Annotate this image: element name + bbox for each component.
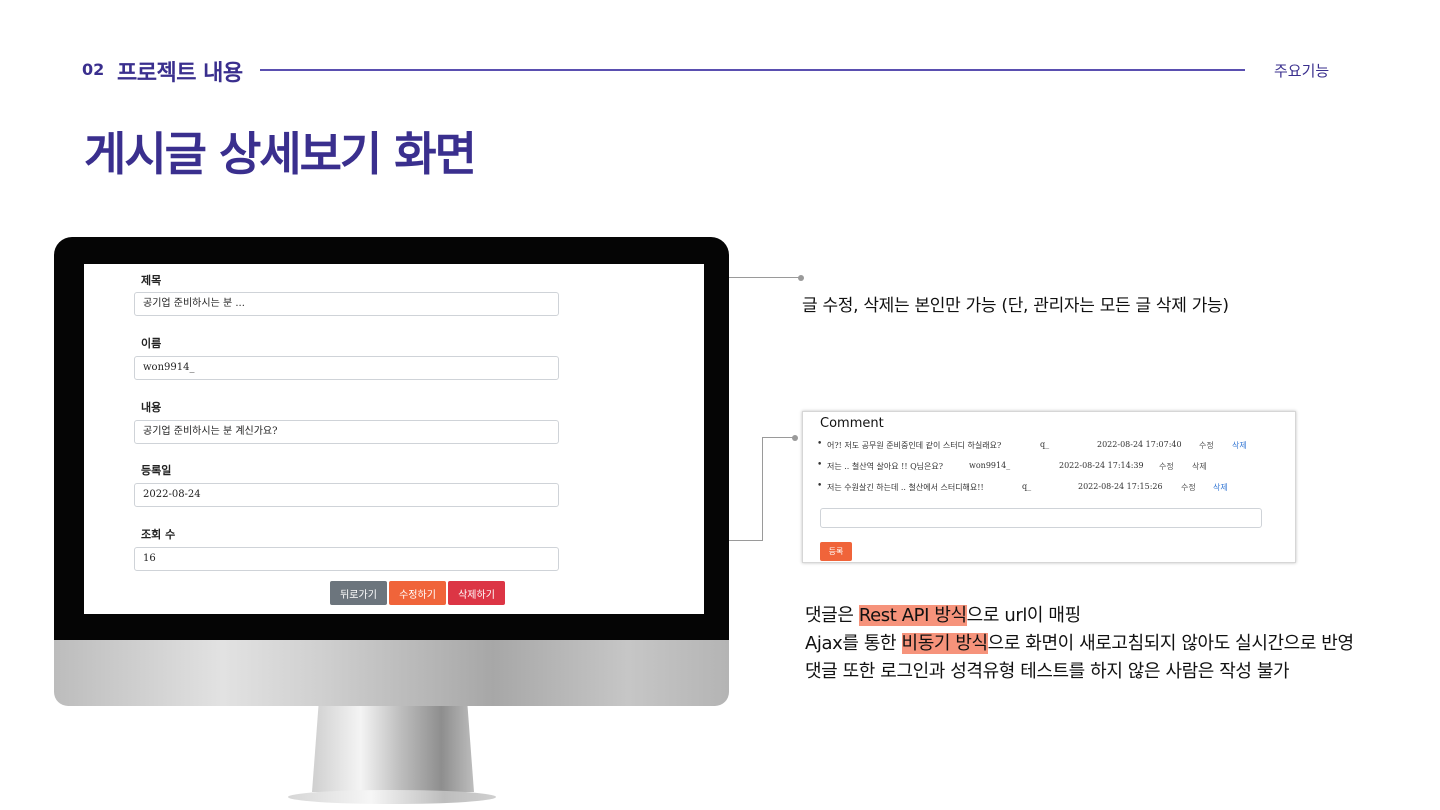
connector-line-mid xyxy=(762,437,794,438)
comment-date: 2022-08-24 17:07:40 xyxy=(1097,440,1182,449)
connector-line-vertical xyxy=(762,437,763,541)
note-line-3: 댓글 또한 로그인과 성격유형 테스트를 하지 않은 사람은 작성 불가 xyxy=(805,661,1290,682)
comment-text: 저는 .. 철산역 살아요 !! Q님은요? xyxy=(827,462,944,471)
note-1-suffix: 으로 url이 매핑 xyxy=(966,605,1081,626)
comment-delete-link[interactable]: 삭제 xyxy=(1232,440,1247,451)
comment-edit-link[interactable]: 수정 xyxy=(1159,461,1174,472)
comment-date: 2022-08-24 17:15:26 xyxy=(1078,482,1163,491)
comment-submit-button[interactable]: 등록 xyxy=(820,542,852,561)
post-detail-screen: 제목 공기업 준비하시는 분 ... 이름 won9914_ 내용 공기업 준비… xyxy=(84,264,704,614)
comment-user: q_ xyxy=(1040,440,1050,449)
author-field[interactable]: won9914_ xyxy=(134,356,559,380)
comment-input[interactable] xyxy=(820,508,1262,528)
connector-dot-top xyxy=(798,275,804,281)
feature-notes: 댓글은 Rest API 방식으로 url이 매핑 Ajax를 통한 비동기 방… xyxy=(805,602,1354,686)
note-1-prefix: 댓글은 xyxy=(805,605,859,626)
connector-line-bottom xyxy=(729,540,763,541)
comment-text: 저는 수원살긴 하는데 .. 철산에서 스터디해요!! xyxy=(827,483,984,492)
title-label: 제목 xyxy=(141,274,162,287)
date-label: 등록일 xyxy=(141,464,172,477)
comment-title: Comment xyxy=(820,416,884,431)
content-label: 내용 xyxy=(141,401,162,414)
content-field[interactable]: 공기업 준비하시는 분 계신가요? xyxy=(134,420,559,444)
views-label: 조회 수 xyxy=(141,528,176,541)
note-line-2: Ajax를 통한 비동기 방식으로 화면이 새로고침되지 않아도 실시간으로 반… xyxy=(805,630,1354,658)
header-divider xyxy=(260,69,1245,71)
author-label: 이름 xyxy=(141,337,162,350)
comment-delete-link[interactable]: 삭제 xyxy=(1213,482,1228,493)
edit-button[interactable]: 수정하기 xyxy=(389,581,446,605)
comment-text: 어?! 저도 공무원 준비중인데 같이 스터디 하실래요? xyxy=(827,441,1002,450)
note-2-prefix: Ajax를 통한 xyxy=(805,633,902,654)
back-button[interactable]: 뒤로가기 xyxy=(330,581,387,605)
note-line-1: 댓글은 Rest API 방식으로 url이 매핑 xyxy=(805,602,1354,630)
date-field[interactable]: 2022-08-24 xyxy=(134,483,559,507)
comment-edit-link[interactable]: 수정 xyxy=(1181,482,1196,493)
note-2-suffix: 으로 화면이 새로고침되지 않아도 실시간으로 반영 xyxy=(987,633,1354,654)
comment-delete-link[interactable]: 삭제 xyxy=(1192,461,1207,472)
section-title: 프로젝트 내용 xyxy=(117,61,243,86)
comment-panel: Comment 어?! 저도 공무원 준비중인데 같이 스터디 하실래요? q_… xyxy=(802,411,1296,563)
note-1-highlight: Rest API 방식 xyxy=(858,605,967,626)
comment-date: 2022-08-24 17:14:39 xyxy=(1059,461,1144,470)
section-tag: 주요기능 xyxy=(1274,62,1330,80)
permission-note: 글 수정, 삭제는 본인만 가능 (단, 관리자는 모든 글 삭제 가능) xyxy=(802,296,1229,316)
delete-button[interactable]: 삭제하기 xyxy=(448,581,505,605)
monitor-chin xyxy=(54,640,729,706)
comment-edit-link[interactable]: 수정 xyxy=(1199,440,1214,451)
title-field[interactable]: 공기업 준비하시는 분 ... xyxy=(134,292,559,316)
connector-dot-bottom xyxy=(792,435,798,441)
note-2-highlight: 비동기 방식 xyxy=(901,633,988,654)
monitor-base xyxy=(288,790,496,804)
monitor-stand xyxy=(312,706,474,792)
section-number: 02 xyxy=(82,60,105,79)
comment-user: q_ xyxy=(1022,482,1032,491)
comment-user: won9914_ xyxy=(969,461,1011,470)
page-title: 게시글 상세보기 화면 xyxy=(84,127,477,181)
connector-line-top xyxy=(729,277,801,278)
views-field[interactable]: 16 xyxy=(134,547,559,571)
